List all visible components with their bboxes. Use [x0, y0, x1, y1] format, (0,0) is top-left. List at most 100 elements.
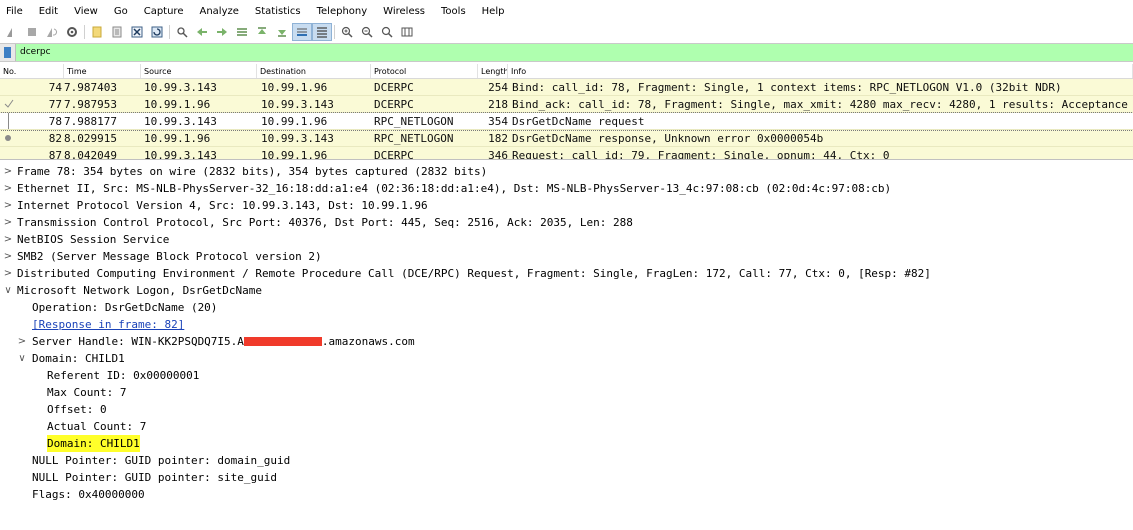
packet-source: 10.99.3.143	[144, 115, 217, 128]
packet-row[interactable]: 74 7.987403 10.99.3.143 10.99.1.96 DCERP…	[0, 79, 1133, 96]
response-frame-link[interactable]: [Response in frame: 82]	[32, 316, 184, 333]
resize-columns-icon[interactable]	[397, 23, 417, 41]
collapse-arrow-icon[interactable]: ∨	[3, 282, 13, 299]
tree-item-tcp[interactable]: > Transmission Control Protocol, Src Por…	[0, 214, 1133, 231]
tree-item-label: NetBIOS Session Service	[17, 233, 170, 246]
find-packet-icon[interactable]	[172, 23, 192, 41]
display-filter-input[interactable]: dcerpc	[16, 44, 1133, 61]
tree-item-label: Ethernet II, Src: MS-NLB-PhysServer-32_1…	[17, 182, 892, 195]
column-header-length[interactable]: Length	[478, 64, 508, 78]
menu-tools[interactable]: Tools	[433, 0, 474, 22]
colorize-icon[interactable]	[312, 23, 332, 41]
menu-help[interactable]: Help	[474, 0, 513, 22]
menu-capture[interactable]: Capture	[136, 0, 192, 22]
go-forward-icon[interactable]	[212, 23, 232, 41]
go-to-packet-icon[interactable]	[232, 23, 252, 41]
open-file-icon[interactable]	[87, 23, 107, 41]
tree-item-label: Distributed Computing Environment / Remo…	[17, 267, 931, 280]
menu-view[interactable]: View	[66, 0, 106, 22]
last-packet-icon[interactable]	[272, 23, 292, 41]
tree-item-referent-id[interactable]: Referent ID: 0x00000001	[0, 367, 1133, 384]
expand-arrow-icon[interactable]: >	[3, 180, 13, 197]
tree-item-max-count[interactable]: Max Count: 7	[0, 384, 1133, 401]
packet-protocol: DCERPC	[374, 81, 414, 94]
reload-file-icon[interactable]	[147, 23, 167, 41]
stop-capture-icon[interactable]	[22, 23, 42, 41]
zoom-in-icon[interactable]	[337, 23, 357, 41]
menu-edit[interactable]: Edit	[31, 0, 66, 22]
restart-capture-icon[interactable]	[42, 23, 62, 41]
packet-protocol: DCERPC	[374, 149, 414, 160]
tree-item-actual-count[interactable]: Actual Count: 7	[0, 418, 1133, 435]
server-handle-prefix: Server Handle: WIN-KK2PSQDQ7I5.A	[32, 335, 244, 348]
tree-item-netbios[interactable]: > NetBIOS Session Service	[0, 231, 1133, 248]
tree-item-site-guid[interactable]: NULL Pointer: GUID pointer: site_guid	[0, 469, 1133, 486]
tree-item-ethernet[interactable]: > Ethernet II, Src: MS-NLB-PhysServer-32…	[0, 180, 1133, 197]
expand-arrow-icon[interactable]: >	[3, 163, 13, 180]
filter-bookmark-icon[interactable]	[0, 44, 16, 61]
tree-item-label: Flags: 0x40000000	[32, 488, 145, 501]
tree-item-ip[interactable]: > Internet Protocol Version 4, Src: 10.9…	[0, 197, 1133, 214]
menu-wireless[interactable]: Wireless	[375, 0, 433, 22]
collapse-arrow-icon[interactable]: ∨	[17, 350, 27, 367]
expand-arrow-icon[interactable]: >	[3, 214, 13, 231]
save-file-icon[interactable]	[107, 23, 127, 41]
expand-arrow-icon[interactable]: >	[17, 333, 27, 350]
tree-item-dcerpc[interactable]: > Distributed Computing Environment / Re…	[0, 265, 1133, 282]
capture-options-icon[interactable]	[62, 23, 82, 41]
tree-item-smb2[interactable]: > SMB2 (Server Message Block Protocol ve…	[0, 248, 1133, 265]
packet-number-value: 77	[48, 98, 62, 111]
autoscroll-icon[interactable]	[292, 23, 312, 41]
menu-analyze[interactable]: Analyze	[191, 0, 246, 22]
packet-number: 78	[0, 113, 64, 129]
tree-item-label-highlighted: Domain: CHILD1	[47, 435, 140, 452]
shark-fin-start-icon[interactable]	[2, 23, 22, 41]
packet-source: 10.99.3.143	[144, 149, 217, 160]
tree-item-label: Offset: 0	[47, 403, 107, 416]
expand-arrow-icon[interactable]: >	[3, 231, 13, 248]
tree-item-offset[interactable]: Offset: 0	[0, 401, 1133, 418]
zoom-out-icon[interactable]	[357, 23, 377, 41]
expand-arrow-icon[interactable]: >	[3, 197, 13, 214]
packet-details-tree: > Frame 78: 354 bytes on wire (2832 bits…	[0, 163, 1133, 530]
tree-item-domain-value[interactable]: Domain: CHILD1	[0, 435, 1133, 452]
packet-info: Bind_ack: call_id: 78, Fragment: Single,…	[512, 98, 1128, 111]
packet-row[interactable]: 82 8.029915 10.99.1.96 10.99.3.143 RPC_N…	[0, 130, 1133, 147]
go-back-icon[interactable]	[192, 23, 212, 41]
menu-go[interactable]: Go	[106, 0, 136, 22]
column-header-time[interactable]: Time	[64, 64, 141, 78]
menu-file[interactable]: File	[0, 0, 31, 22]
column-header-protocol[interactable]: Protocol	[371, 64, 478, 78]
tree-item-flags[interactable]: Flags: 0x40000000	[0, 486, 1133, 503]
expand-arrow-icon[interactable]: >	[3, 248, 13, 265]
tree-item-domain[interactable]: ∨ Domain: CHILD1	[0, 350, 1133, 367]
tree-item-label: NULL Pointer: GUID pointer: site_guid	[32, 471, 278, 484]
packet-row[interactable]: 87 8.042049 10.99.3.143 10.99.1.96 DCERP…	[0, 147, 1133, 160]
column-header-no[interactable]: No.	[0, 64, 64, 78]
column-header-info[interactable]: Info	[508, 64, 1133, 78]
tree-item-operation[interactable]: Operation: DsrGetDcName (20)	[0, 299, 1133, 316]
tree-item-label: Transmission Control Protocol, Src Port:…	[17, 216, 633, 229]
tree-item-label: Server Handle: WIN-KK2PSQDQ7I5.A .amazona…	[32, 333, 415, 350]
packet-row-selected[interactable]: 78 7.988177 10.99.3.143 10.99.1.96 RPC_N…	[0, 112, 1133, 131]
tree-item-server-handle[interactable]: > Server Handle: WIN-KK2PSQDQ7I5.A .amazo…	[0, 333, 1133, 350]
packet-length: 218	[488, 98, 508, 111]
column-header-source[interactable]: Source	[141, 64, 257, 78]
tree-item-response-link[interactable]: [Response in frame: 82]	[0, 316, 1133, 333]
packet-source: 10.99.1.96	[144, 132, 211, 145]
toolbar-separator	[334, 25, 335, 39]
menu-statistics[interactable]: Statistics	[247, 0, 309, 22]
redaction-mark	[243, 336, 322, 346]
close-file-icon[interactable]	[127, 23, 147, 41]
tree-item-frame[interactable]: > Frame 78: 354 bytes on wire (2832 bits…	[0, 163, 1133, 180]
normal-size-icon[interactable]	[377, 23, 397, 41]
column-header-destination[interactable]: Destination	[257, 64, 371, 78]
menu-telephony[interactable]: Telephony	[309, 0, 376, 22]
tree-item-netlogon[interactable]: ∨ Microsoft Network Logon, DsrGetDcName	[0, 282, 1133, 299]
tree-item-domain-guid[interactable]: NULL Pointer: GUID pointer: domain_guid	[0, 452, 1133, 469]
expand-arrow-icon[interactable]: >	[3, 265, 13, 282]
toolbar-separator	[169, 25, 170, 39]
packet-row[interactable]: 77 7.987953 10.99.1.96 10.99.3.143 DCERP…	[0, 96, 1133, 113]
packet-source: 10.99.1.96	[144, 98, 211, 111]
first-packet-icon[interactable]	[252, 23, 272, 41]
